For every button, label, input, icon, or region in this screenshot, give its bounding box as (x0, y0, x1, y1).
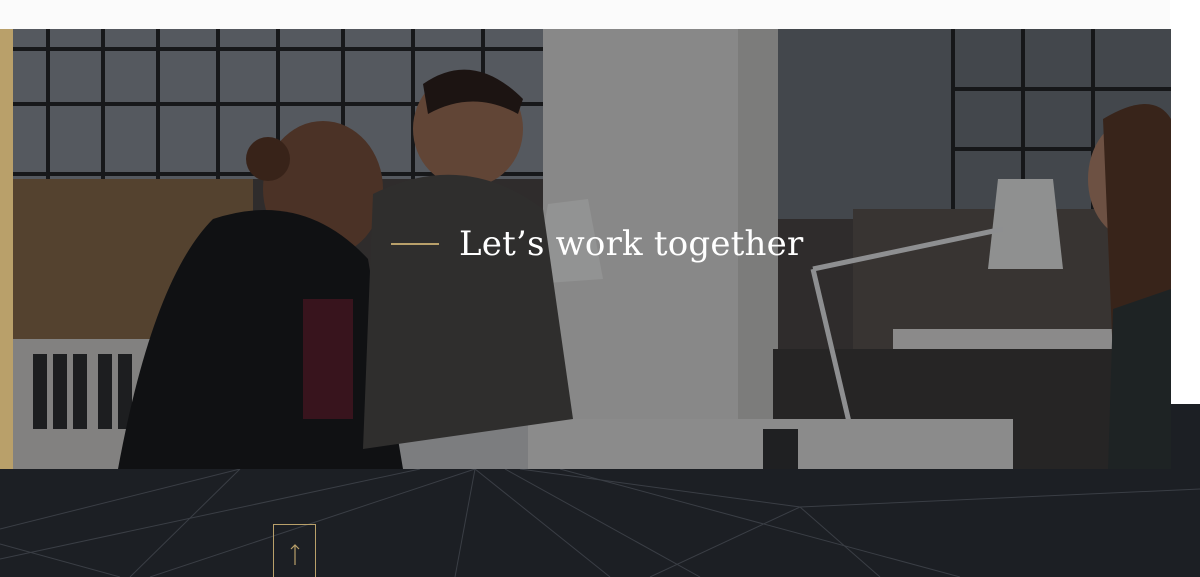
footer (0, 469, 1200, 577)
cta-heading[interactable]: Let’s work together (459, 224, 803, 264)
cta-heading-group: Let’s work together (391, 224, 803, 264)
right-white-panel (1170, 0, 1200, 404)
accent-bar (0, 29, 13, 469)
hero-banner: Let’s work together (13, 29, 1171, 469)
accent-dash (391, 243, 439, 245)
back-to-top-button[interactable] (273, 524, 316, 577)
arrow-up-icon (290, 544, 299, 565)
footer-line-pattern (0, 469, 1200, 577)
top-strip (0, 0, 1200, 29)
